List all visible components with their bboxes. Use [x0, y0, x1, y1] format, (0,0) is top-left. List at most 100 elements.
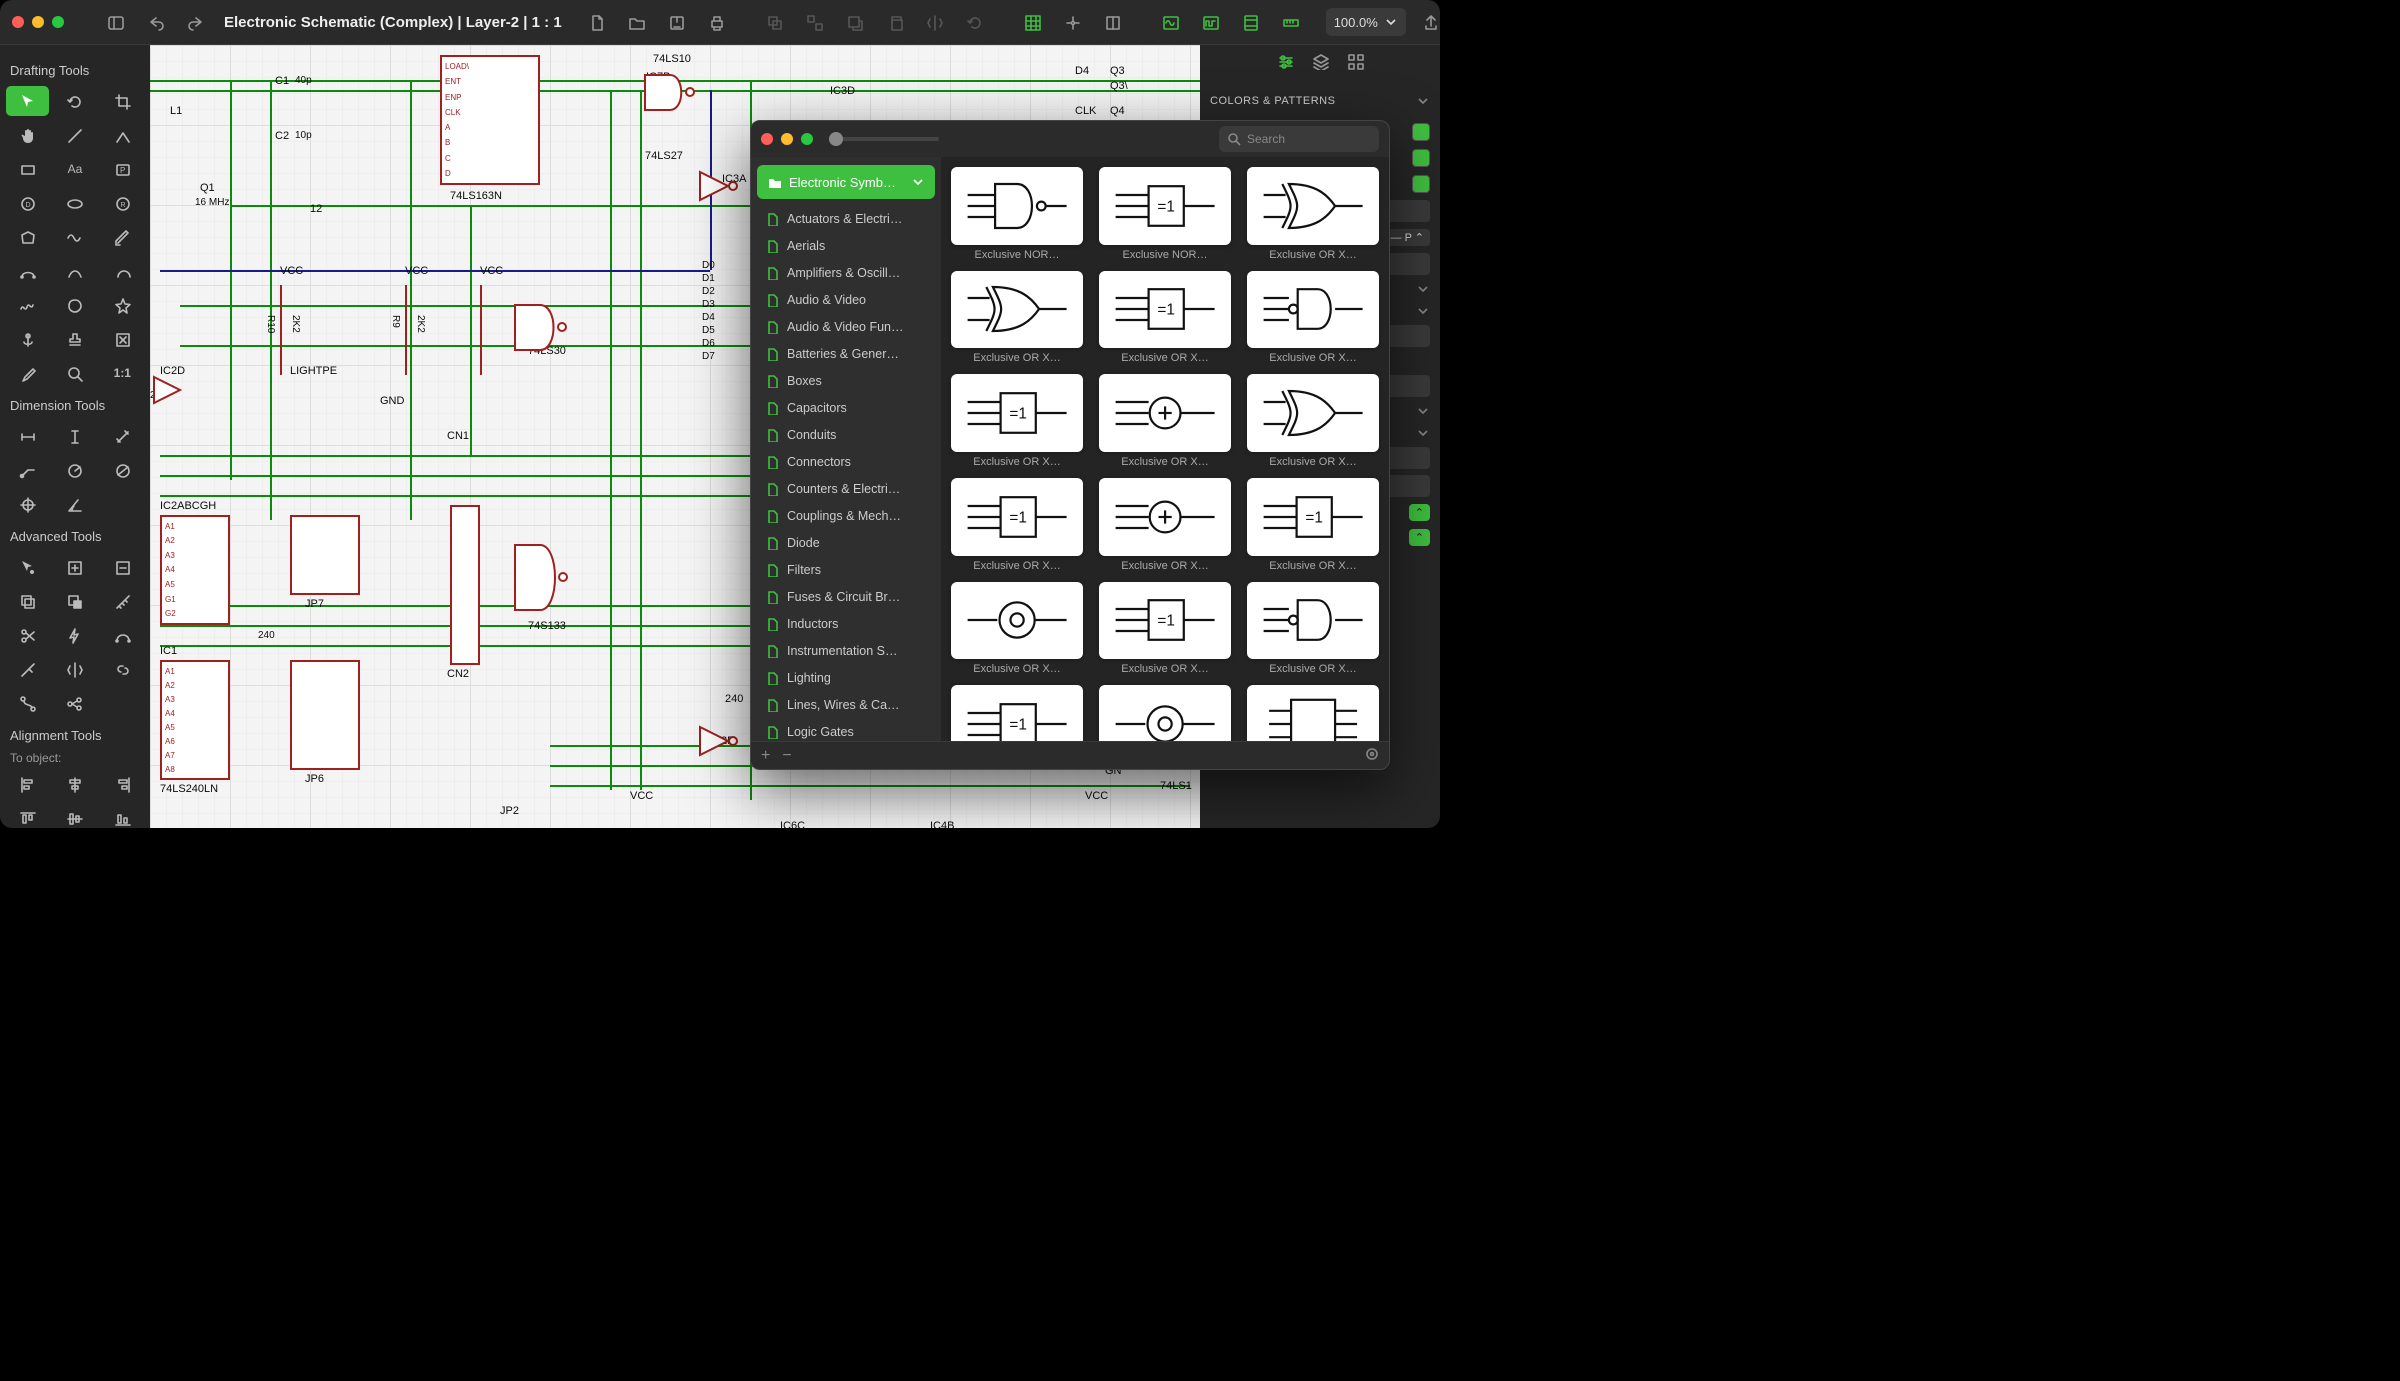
spark-tool[interactable]	[53, 620, 96, 650]
library-category-item[interactable]: Conduits	[757, 421, 935, 448]
undo-button[interactable]	[140, 7, 170, 37]
page-bounds-button[interactable]	[1236, 7, 1266, 37]
library-category-item[interactable]: Inductors	[757, 610, 935, 637]
arc3-tool[interactable]	[6, 256, 49, 286]
pen-tool[interactable]	[101, 222, 144, 252]
symbol-tile[interactable]: =1Exclusive OR X…	[1099, 271, 1231, 365]
symbol-tile[interactable]: =1Exclusive OR X…	[951, 685, 1083, 741]
align-center-tool[interactable]	[53, 769, 96, 799]
eyedropper-tool[interactable]	[6, 358, 49, 388]
dim-diameter-tool[interactable]	[101, 455, 144, 485]
library-category-item[interactable]: Lighting	[757, 664, 935, 691]
library-folder-dropdown[interactable]: Electronic Symb…	[757, 165, 935, 199]
remove-library-button[interactable]: −	[782, 747, 791, 765]
style-pill-2[interactable]: ⌃	[1409, 529, 1430, 546]
symbol-tile[interactable]: Exclusive OR X…	[1099, 478, 1231, 572]
share-button[interactable]	[1416, 7, 1440, 37]
open-button[interactable]	[622, 7, 652, 37]
panel-close-button[interactable]	[761, 133, 773, 145]
delete-box-tool[interactable]	[101, 324, 144, 354]
blob-tool[interactable]	[53, 290, 96, 320]
send-back-button[interactable]	[880, 7, 910, 37]
inspector-tab-settings[interactable]	[1277, 53, 1294, 73]
thumbnail-size-slider[interactable]	[829, 137, 939, 141]
group-button[interactable]	[760, 7, 790, 37]
grid-toggle-button[interactable]	[1018, 7, 1048, 37]
library-category-item[interactable]: Filters	[757, 556, 935, 583]
dim-radius-tool[interactable]	[53, 455, 96, 485]
symbol-tile[interactable]: Integrated Circu…	[1247, 685, 1379, 741]
symbol-tile[interactable]: =1Exclusive NOR…	[1099, 167, 1231, 261]
paragraph-tool[interactable]: P	[101, 154, 144, 184]
symbol-tile[interactable]: Exclusive OR X…	[1247, 582, 1379, 676]
stamp-tool[interactable]	[53, 324, 96, 354]
layers-button[interactable]	[1098, 7, 1128, 37]
library-category-item[interactable]: Audio & Video Fun…	[757, 313, 935, 340]
fit-tool[interactable]: 1:1	[101, 358, 144, 388]
symbol-tile[interactable]: Exclusive OR X…	[951, 582, 1083, 676]
panel-minimize-button[interactable]	[781, 133, 793, 145]
cut-tool[interactable]	[6, 620, 49, 650]
symbol-tile[interactable]: Exclusive OR X…	[1247, 167, 1379, 261]
p-stepper[interactable]: — P ⌃	[1385, 229, 1430, 246]
bring-front-button[interactable]	[840, 7, 870, 37]
print-button[interactable]	[702, 7, 732, 37]
symbol-tile[interactable]: =1Exclusive OR X…	[1099, 582, 1231, 676]
close-window-button[interactable]	[12, 16, 24, 28]
align-left-tool[interactable]	[6, 769, 49, 799]
symbol-tile[interactable]: Exclusive NOR…	[951, 167, 1083, 261]
toggle-left-panel-button[interactable]	[100, 7, 130, 37]
curve-tool[interactable]	[101, 620, 144, 650]
inspector-tab-grid[interactable]	[1347, 53, 1364, 73]
crop-tool[interactable]	[101, 86, 144, 116]
dim-v-tool[interactable]	[53, 421, 96, 451]
library-settings-button[interactable]	[1365, 747, 1379, 764]
library-category-item[interactable]: Audio & Video	[757, 286, 935, 313]
swatch-2[interactable]	[1412, 149, 1430, 167]
ellipse-tool[interactable]	[53, 188, 96, 218]
circle-d-tool[interactable]: D	[6, 188, 49, 218]
select-tool[interactable]	[6, 86, 49, 116]
path-tool[interactable]	[6, 688, 49, 718]
angle-line-tool[interactable]	[101, 120, 144, 150]
zoom-dropdown[interactable]: 100.0%	[1326, 8, 1406, 36]
new-doc-button[interactable]	[582, 7, 612, 37]
snap-button[interactable]	[1058, 7, 1088, 37]
align-bottom-tool[interactable]	[101, 803, 144, 828]
style-pill-1[interactable]: ⌃	[1409, 504, 1430, 521]
symbol-tile[interactable]: Exclusive OR X…	[1099, 685, 1231, 741]
arc2-tool[interactable]	[53, 256, 96, 286]
swatch-1[interactable]	[1412, 123, 1430, 141]
panel-zoom-button[interactable]	[801, 133, 813, 145]
pulse-scope-button[interactable]	[1196, 7, 1226, 37]
symbol-tile[interactable]: =1Exclusive OR X…	[1247, 478, 1379, 572]
dim-center-tool[interactable]	[6, 489, 49, 519]
freehand-tool[interactable]	[6, 290, 49, 320]
wave-tool[interactable]	[53, 222, 96, 252]
align-right-tool[interactable]	[101, 769, 144, 799]
library-category-item[interactable]: Aerials	[757, 232, 935, 259]
line-tool[interactable]	[53, 120, 96, 150]
chevron-down-icon[interactable]	[1416, 94, 1430, 108]
remove-node-tool[interactable]	[101, 552, 144, 582]
library-category-item[interactable]: Capacitors	[757, 394, 935, 421]
fullscreen-window-button[interactable]	[52, 16, 64, 28]
link-tool[interactable]	[101, 654, 144, 684]
symbol-tile[interactable]: Exclusive OR X…	[1099, 374, 1231, 468]
library-category-item[interactable]: Batteries & Gener…	[757, 340, 935, 367]
subtract-tool[interactable]	[53, 586, 96, 616]
rotate-tool[interactable]	[53, 86, 96, 116]
sine-scope-button[interactable]	[1156, 7, 1186, 37]
polygon-tool[interactable]	[6, 222, 49, 252]
library-category-item[interactable]: Instrumentation S…	[757, 637, 935, 664]
flip-button[interactable]	[920, 7, 950, 37]
add-library-button[interactable]: +	[761, 747, 770, 765]
redo-button[interactable]	[180, 7, 210, 37]
rotate-button[interactable]	[960, 7, 990, 37]
text-tool[interactable]: Aa	[53, 154, 96, 184]
align-middle-tool[interactable]	[53, 803, 96, 828]
library-category-item[interactable]: Counters & Electri…	[757, 475, 935, 502]
library-category-item[interactable]: Fuses & Circuit Br…	[757, 583, 935, 610]
library-search-input[interactable]: Search	[1219, 126, 1379, 152]
symbol-tile[interactable]: =1Exclusive OR X…	[951, 478, 1083, 572]
